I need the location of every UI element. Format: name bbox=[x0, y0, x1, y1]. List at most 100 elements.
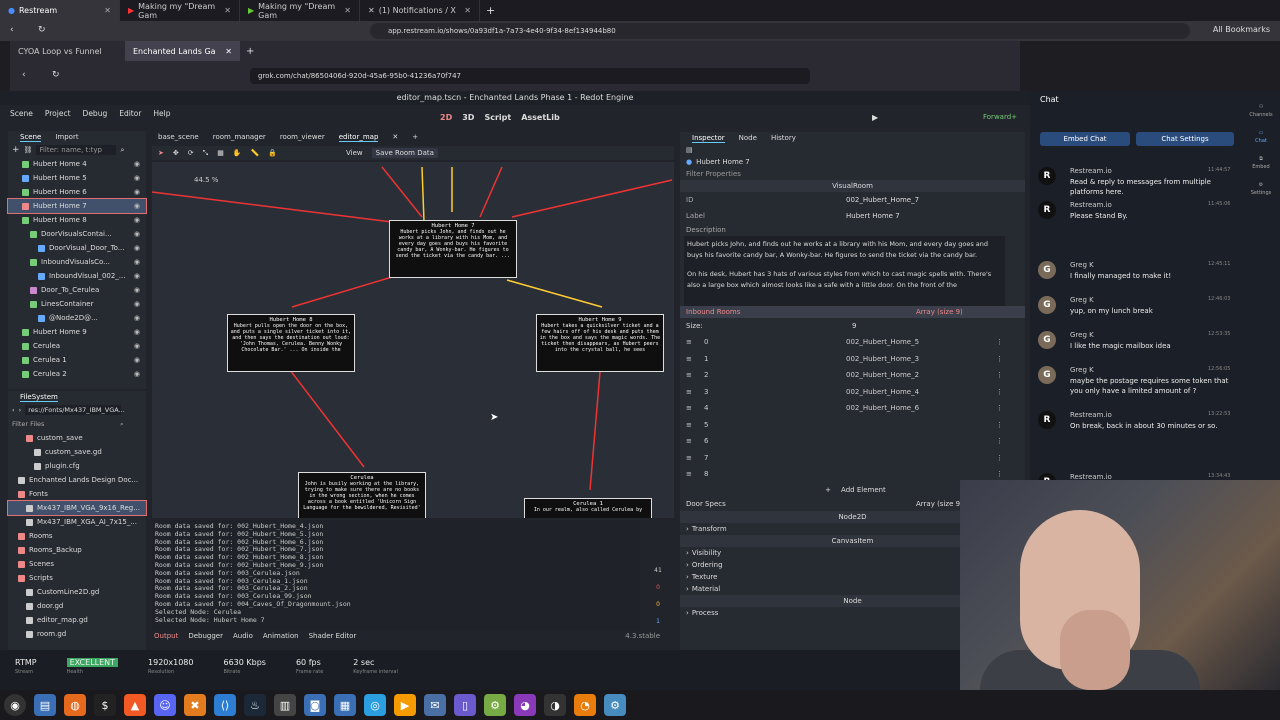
zoom-label[interactable]: 44.5 % bbox=[194, 176, 218, 184]
ruler-icon[interactable]: 📏 bbox=[251, 149, 260, 157]
menu-project[interactable]: Project bbox=[45, 109, 71, 118]
room-node-hubert-home-8[interactable]: Hubert Home 8 Hubert pulls open the door … bbox=[227, 314, 355, 372]
drag-handle-icon[interactable]: ≡ bbox=[680, 437, 698, 445]
room-node-cerulea[interactable]: Cerulea John is busily working at the lib… bbox=[298, 472, 426, 518]
menu-help[interactable]: Help bbox=[153, 109, 170, 118]
file-item[interactable]: editor_map.gd bbox=[8, 613, 146, 627]
search-icon[interactable]: ⌕ bbox=[120, 146, 124, 155]
mode-2d[interactable]: 2D bbox=[440, 113, 452, 122]
warning-count[interactable]: 0 bbox=[643, 596, 673, 613]
add-tab-icon[interactable]: + bbox=[412, 133, 418, 141]
file-item[interactable]: Scenes bbox=[8, 557, 146, 571]
visibility-icon[interactable]: ◉ bbox=[134, 286, 140, 294]
visibility-icon[interactable]: ◉ bbox=[134, 244, 140, 252]
mail-icon[interactable]: ✉ bbox=[424, 694, 446, 716]
tree-node[interactable]: InboundVisual_002_... ◉ bbox=[8, 269, 146, 283]
tree-node[interactable]: @Node2D@... ◉ bbox=[8, 311, 146, 325]
visibility-icon[interactable]: ◉ bbox=[134, 314, 140, 322]
close-icon[interactable]: ✕ bbox=[464, 6, 471, 15]
array-item[interactable]: ≡ 7 ⋮ bbox=[680, 450, 1025, 467]
drag-handle-icon[interactable]: ≡ bbox=[680, 355, 698, 363]
visibility-icon[interactable]: ◉ bbox=[134, 202, 140, 210]
room-node-hubert-home-9[interactable]: Hubert Home 9 Hubert takes a quicksilver … bbox=[536, 314, 664, 372]
drag-handle-icon[interactable]: ≡ bbox=[680, 404, 698, 412]
drag-handle-icon[interactable]: ≡ bbox=[680, 470, 698, 478]
back-icon[interactable]: ‹ bbox=[22, 70, 26, 80]
inner-url-field[interactable]: grok.com/chat/8650406d-920d-45a6-95b0-41… bbox=[250, 68, 810, 84]
search-icon[interactable]: ⌕ bbox=[120, 420, 124, 429]
all-bookmarks[interactable]: All Bookmarks bbox=[1213, 25, 1270, 34]
tree-node[interactable]: DoorVisualsContai... ◉ bbox=[8, 227, 146, 241]
close-icon[interactable]: ✕ bbox=[104, 6, 111, 15]
array-value[interactable]: 002_Hubert_Home_4 bbox=[846, 388, 996, 396]
filter-files-input[interactable]: Filter Files bbox=[12, 420, 120, 428]
vscode-icon[interactable]: ⟨⟩ bbox=[214, 694, 236, 716]
visibility-icon[interactable]: ◉ bbox=[134, 328, 140, 336]
inner-tab-enchanted[interactable]: Enchanted Lands Ga ✕ bbox=[125, 41, 240, 61]
visibility-icon[interactable]: ◉ bbox=[134, 300, 140, 308]
drag-handle-icon[interactable]: ≡ bbox=[680, 388, 698, 396]
steam-icon[interactable]: ♨ bbox=[244, 694, 266, 716]
browser-tab-x[interactable]: ✕ (1) Notifications / X ✕ bbox=[360, 0, 480, 21]
discord-icon[interactable]: ☺ bbox=[154, 694, 176, 716]
drag-handle-icon[interactable]: ≡ bbox=[680, 371, 698, 379]
browser-tab-youtube-2[interactable]: ▶ Making my "Dream Gam ✕ bbox=[240, 0, 360, 21]
github-icon[interactable]: ◕ bbox=[514, 694, 536, 716]
tree-node[interactable]: Cerulea ◉ bbox=[8, 339, 146, 353]
tree-node[interactable]: Hubert Home 8 ◉ bbox=[8, 213, 146, 227]
add-node-icon[interactable]: + bbox=[12, 145, 20, 155]
file-item[interactable]: Enchanted Lands Design Doc... bbox=[8, 473, 146, 487]
tree-node[interactable]: Cerulea 1 ◉ bbox=[8, 353, 146, 367]
label-field[interactable]: Hubert Home 7 bbox=[846, 212, 900, 220]
renderer-select[interactable]: Forward+ bbox=[983, 113, 1017, 121]
forward-icon[interactable]: › bbox=[19, 406, 22, 414]
camera-icon[interactable]: ◙ bbox=[304, 694, 326, 716]
blender-icon[interactable]: ◔ bbox=[574, 694, 596, 716]
drag-handle-icon[interactable]: ≡ bbox=[680, 421, 698, 429]
save-room-data-button[interactable]: Save Room Data bbox=[371, 148, 438, 158]
map-canvas[interactable]: 44.5 % Hubert Home 7 Hubert picks John, a… bbox=[152, 162, 674, 518]
array-item[interactable]: ≡ 4 002_Hubert_Home_6 ⋮ bbox=[680, 400, 1025, 417]
tree-node[interactable]: DoorVisual_Door_To... ◉ bbox=[8, 241, 146, 255]
tab-scene[interactable]: Scene bbox=[20, 133, 42, 142]
array-value[interactable]: 002_Hubert_Home_5 bbox=[846, 338, 996, 346]
document-icon[interactable]: ▯ bbox=[454, 694, 476, 716]
array-item[interactable]: ≡ 6 ⋮ bbox=[680, 433, 1025, 450]
mode-3d[interactable]: 3D bbox=[462, 113, 474, 122]
tree-node[interactable]: Hubert Home 4 ◉ bbox=[8, 157, 146, 171]
browser-tab-restream[interactable]: ● Restream ✕ bbox=[0, 0, 120, 21]
description-textarea[interactable]: Hubert picks John, and finds out he work… bbox=[684, 236, 1005, 306]
play-icon[interactable]: ▶ bbox=[872, 113, 878, 122]
close-icon[interactable]: ✕ bbox=[225, 47, 232, 56]
file-item[interactable]: plugin.cfg bbox=[8, 459, 146, 473]
kebab-icon[interactable]: ⋮ bbox=[996, 371, 1003, 379]
visibility-icon[interactable]: ◉ bbox=[134, 174, 140, 182]
kebab-icon[interactable]: ⋮ bbox=[996, 421, 1003, 429]
file-item[interactable]: Scripts bbox=[8, 571, 146, 585]
tab-shader-editor[interactable]: Shader Editor bbox=[309, 632, 357, 644]
fs-path-field[interactable]: res://Fonts/Mx437_IBM_VGA... bbox=[25, 405, 125, 415]
tree-node[interactable]: LinesContainer ◉ bbox=[8, 297, 146, 311]
close-icon[interactable]: ✕ bbox=[392, 133, 398, 141]
visibility-icon[interactable]: ◉ bbox=[134, 356, 140, 364]
visibility-icon[interactable]: ◉ bbox=[134, 216, 140, 224]
inner-tab-cyoa[interactable]: CYOA Loop vs Funnel bbox=[10, 41, 125, 61]
array-item[interactable]: ≡ 0 002_Hubert_Home_5 ⋮ bbox=[680, 334, 1025, 351]
tree-node[interactable]: Hubert Home 5 ◉ bbox=[8, 171, 146, 185]
file-item[interactable]: custom_save.gd bbox=[8, 445, 146, 459]
settings-icon[interactable]: ⚙ Settings bbox=[1244, 181, 1278, 197]
chat-icon[interactable]: ▭ Chat bbox=[1244, 129, 1278, 145]
file-item[interactable]: Rooms_Backup bbox=[8, 543, 146, 557]
close-icon[interactable]: ✕ bbox=[344, 6, 351, 15]
tab-output[interactable]: Output bbox=[154, 632, 178, 644]
array-item[interactable]: ≡ 2 002_Hubert_Home_2 ⋮ bbox=[680, 367, 1025, 384]
array-size-field[interactable]: 9 bbox=[852, 322, 856, 330]
url-field[interactable]: app.restream.io/shows/0a93df1a-7a73-4e40… bbox=[370, 23, 1190, 39]
tab-inspector[interactable]: Inspector bbox=[692, 134, 725, 143]
embed-icon[interactable]: ⧉ Embed bbox=[1244, 155, 1278, 171]
room-node-cerulea-1[interactable]: Cerulea 1 In our realm, also called Cerul… bbox=[524, 498, 652, 518]
tab-animation[interactable]: Animation bbox=[263, 632, 299, 644]
array-item[interactable]: ≡ 1 002_Hubert_Home_3 ⋮ bbox=[680, 351, 1025, 368]
visibility-icon[interactable]: ◉ bbox=[134, 342, 140, 350]
media-player-icon[interactable]: ▶ bbox=[394, 694, 416, 716]
